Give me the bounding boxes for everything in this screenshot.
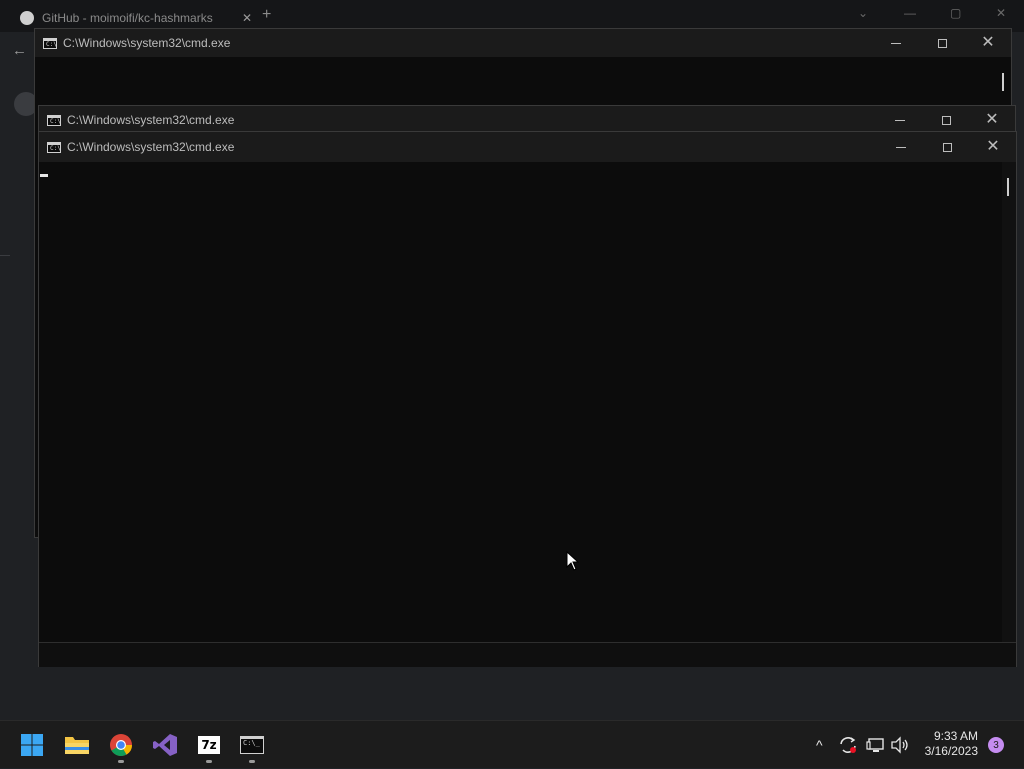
tab-close-icon[interactable]: ✕ [242, 11, 252, 25]
close-button[interactable]: ✕ [970, 132, 1016, 162]
running-indicator [206, 760, 212, 763]
browser-divider [0, 255, 10, 256]
taskbar-clock[interactable]: 9:33 AM 3/16/2023 [925, 729, 978, 759]
volume-icon[interactable] [890, 721, 910, 769]
speaker-icon [891, 736, 908, 754]
maximize-button[interactable] [919, 29, 965, 57]
browser-chevron-icon[interactable]: ⌄ [858, 6, 868, 20]
scrollbar-thumb[interactable] [1007, 178, 1009, 196]
minimize-button[interactable] [878, 132, 924, 162]
close-button[interactable]: ✕ [965, 29, 1011, 57]
network-icon[interactable] [866, 721, 886, 769]
minimize-icon [896, 146, 906, 148]
browser-tab-title: GitHub - moimoifi/kc-hashmarks [42, 11, 213, 25]
notification-badge[interactable]: 3 [988, 737, 1004, 753]
maximize-icon [937, 38, 947, 48]
windows-logo-icon [21, 734, 43, 756]
maximize-icon [941, 115, 951, 125]
browser-minimize-icon[interactable]: — [904, 6, 916, 20]
browser-restore-icon[interactable]: ▢ [950, 6, 961, 20]
running-indicator [118, 760, 124, 763]
minimize-icon [895, 119, 905, 121]
chrome-icon [110, 734, 132, 756]
minimize-icon [891, 42, 901, 44]
scrollbar-thumb[interactable] [1002, 73, 1004, 91]
cmd-window-3-title: C:\Windows\system32\cmd.exe [67, 140, 235, 154]
taskbar-7zip[interactable]: 7z [193, 729, 225, 763]
close-icon: ✕ [986, 138, 1000, 155]
command-prompt-glyph: C:\_ [243, 739, 260, 747]
maximize-icon [942, 142, 952, 152]
maximize-button[interactable] [924, 132, 970, 162]
cmd-window-1-titlebar[interactable]: C:\ C:\Windows\system32\cmd.exe ✕ [35, 29, 1011, 57]
show-hidden-icons-button[interactable]: ^ [816, 721, 823, 769]
taskbar-chrome[interactable] [105, 729, 137, 763]
github-icon [20, 11, 34, 25]
maximize-button[interactable] [923, 106, 969, 134]
network-monitor-icon [866, 738, 884, 752]
sync-status-icon[interactable] [838, 721, 858, 769]
new-tab-button[interactable]: + [262, 6, 271, 24]
minimize-button[interactable] [873, 29, 919, 57]
minimize-button[interactable] [877, 106, 923, 134]
folder-icon [65, 737, 89, 754]
cmd-app-icon: C:\ [43, 37, 57, 49]
cmd-app-icon: C:\ [47, 114, 61, 126]
close-button[interactable]: ✕ [969, 106, 1015, 134]
cmd-window-1-title: C:\Windows\system32\cmd.exe [63, 36, 231, 50]
browser-back-button[interactable]: ← [12, 42, 27, 59]
vertical-scrollbar[interactable] [1002, 162, 1016, 642]
cmd-window-3[interactable]: C:\ C:\Windows\system32\cmd.exe ✕ [38, 131, 1017, 667]
window-controls: ✕ [873, 29, 1011, 57]
cmd-window-2-title: C:\Windows\system32\cmd.exe [67, 113, 235, 127]
close-icon: ✕ [985, 111, 999, 128]
command-prompt-icon: C:\_ [240, 736, 264, 754]
cmd-app-icon: C:\ [47, 141, 61, 153]
taskbar: 7z C:\_ ^ 9:33 AM 3/16/2023 3 [0, 720, 1024, 768]
taskbar-file-explorer[interactable] [61, 729, 93, 761]
mouse-pointer-icon [566, 551, 580, 571]
text-cursor [40, 174, 48, 177]
close-icon: ✕ [981, 34, 995, 51]
running-indicator [249, 760, 255, 763]
7zip-icon: 7z [198, 736, 220, 754]
7zip-label: 7z [201, 738, 217, 752]
clock-time: 9:33 AM [933, 729, 978, 743]
window-controls: ✕ [877, 106, 1015, 134]
visual-studio-icon [153, 734, 177, 756]
cmd-window-3-titlebar[interactable]: C:\ C:\Windows\system32\cmd.exe ✕ [39, 132, 1016, 162]
cmd-window-2-titlebar[interactable]: C:\ C:\Windows\system32\cmd.exe ✕ [39, 106, 1015, 134]
window-controls: ✕ [878, 132, 1016, 162]
console-output-area[interactable] [39, 162, 1002, 642]
start-button[interactable] [16, 729, 48, 761]
browser-close-icon[interactable]: ✕ [996, 6, 1006, 20]
taskbar-command-prompt[interactable]: C:\_ [236, 729, 268, 763]
clock-date: 3/16/2023 [924, 744, 978, 758]
horizontal-scrollbar[interactable] [39, 642, 1016, 667]
sync-icon [840, 737, 856, 753]
taskbar-visual-studio[interactable] [149, 729, 181, 761]
